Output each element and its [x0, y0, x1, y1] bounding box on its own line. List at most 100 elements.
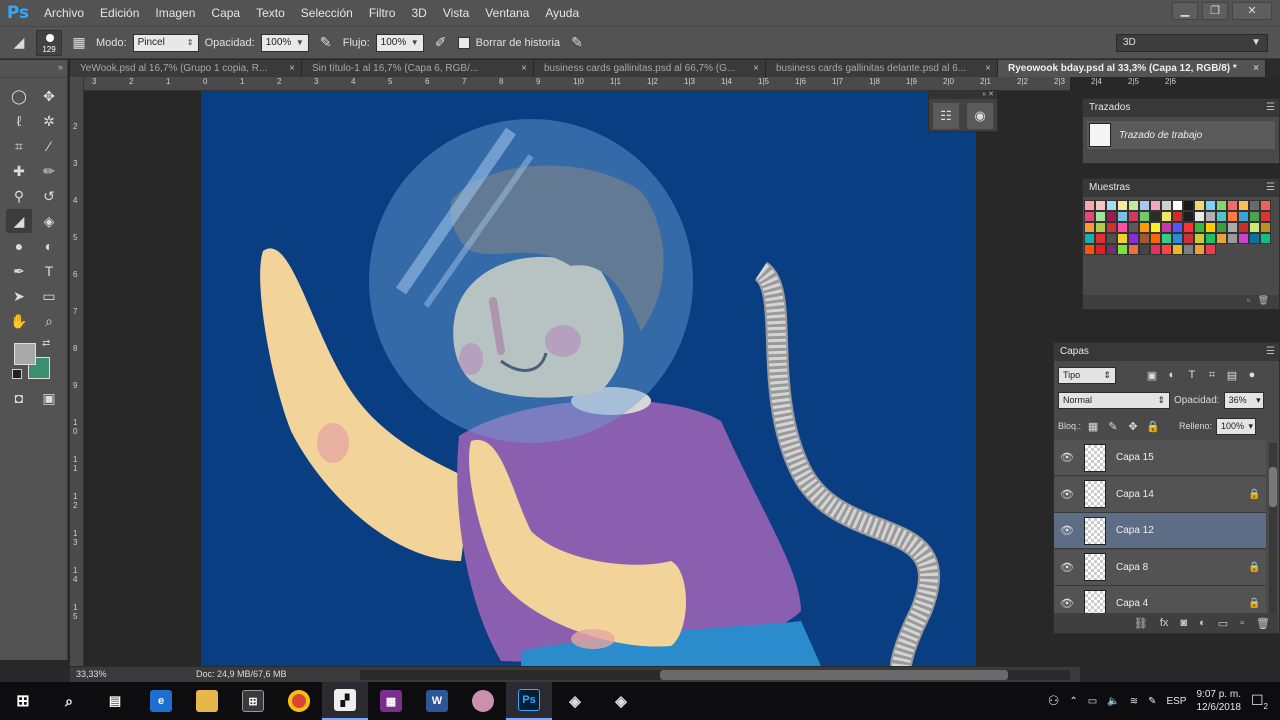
- zoom-level[interactable]: 33,33%: [76, 669, 107, 679]
- menu-ventana[interactable]: Ventana: [477, 0, 537, 26]
- color-swatch[interactable]: [1172, 233, 1183, 244]
- color-swatch[interactable]: [1150, 244, 1161, 255]
- visibility-eye-icon[interactable]: 👁: [1054, 597, 1080, 610]
- menu-imagen[interactable]: Imagen: [147, 0, 203, 26]
- screen-mode-icon[interactable]: ▣: [36, 386, 62, 410]
- color-swatch[interactable]: [1227, 211, 1238, 222]
- color-swatch[interactable]: [1084, 200, 1095, 211]
- color-swatch[interactable]: [1172, 211, 1183, 222]
- menu-archivo[interactable]: Archivo: [36, 0, 92, 26]
- filter-shape-icon[interactable]: ⌗: [1204, 367, 1220, 383]
- history-brush-icon[interactable]: ↺: [36, 184, 62, 208]
- color-swatch[interactable]: [1150, 211, 1161, 222]
- color-swatch[interactable]: [1216, 211, 1227, 222]
- color-swatch[interactable]: [1238, 200, 1249, 211]
- photoshop-app[interactable]: Ps: [506, 682, 552, 720]
- color-swatch[interactable]: [1249, 233, 1260, 244]
- app-diamond[interactable]: ◈: [552, 682, 598, 720]
- layer-row[interactable]: 👁 Capa 15: [1054, 440, 1266, 476]
- brush-tool-icon[interactable]: ✏: [36, 159, 62, 183]
- color-swatch[interactable]: [1161, 222, 1172, 233]
- color-swatch[interactable]: [1084, 233, 1095, 244]
- color-swatch[interactable]: [1194, 200, 1205, 211]
- pressure-size-icon[interactable]: ✎: [566, 32, 588, 54]
- chrome-app[interactable]: [276, 682, 322, 720]
- clock[interactable]: 9:07 p. m. 12/6/2018: [1196, 688, 1241, 714]
- tab-document-active[interactable]: Ryeowook bday.psd al 33,3% (Capa 12, RGB…: [998, 60, 1266, 77]
- color-swatch[interactable]: [1238, 222, 1249, 233]
- close-icon[interactable]: ×: [753, 60, 759, 77]
- color-swatch[interactable]: [1150, 222, 1161, 233]
- color-swatch[interactable]: [1128, 244, 1139, 255]
- fill-field[interactable]: 100% ▾: [1216, 417, 1257, 435]
- canvas-area[interactable]: [84, 91, 1074, 666]
- explorer-app[interactable]: [184, 682, 230, 720]
- color-swatch[interactable]: [1128, 233, 1139, 244]
- color-swatch[interactable]: [1249, 200, 1260, 211]
- color-swatch[interactable]: [1205, 222, 1216, 233]
- restore-button[interactable]: ❐: [1202, 2, 1228, 20]
- menu-edicion[interactable]: Edición: [92, 0, 147, 26]
- close-icon[interactable]: ×: [1253, 60, 1259, 77]
- erase-history-checkbox[interactable]: [457, 36, 470, 49]
- path-row[interactable]: Trazado de trabajo: [1087, 121, 1275, 149]
- color-swatch[interactable]: [1205, 200, 1216, 211]
- color-swatch[interactable]: [1183, 244, 1194, 255]
- layer-opacity-field[interactable]: 36% ▾: [1223, 391, 1264, 409]
- lock-position-icon[interactable]: ✥: [1125, 418, 1141, 434]
- color-swatch[interactable]: [1238, 233, 1249, 244]
- chevron-up-icon[interactable]: ⌃: [1069, 696, 1077, 707]
- minimize-button[interactable]: ▁: [1172, 2, 1198, 20]
- color-swatch[interactable]: [1249, 211, 1260, 222]
- color-swatch[interactable]: [1260, 222, 1271, 233]
- delete-swatch-icon[interactable]: 🗑: [1258, 295, 1269, 305]
- color-swatch[interactable]: [1216, 222, 1227, 233]
- filter-toggle-icon[interactable]: ●: [1244, 367, 1260, 383]
- artboard[interactable]: [201, 91, 976, 666]
- color-swatch[interactable]: [1084, 222, 1095, 233]
- language-indicator[interactable]: ESP: [1166, 696, 1186, 707]
- layer-row[interactable]: 👁 Capa 14 🔒: [1054, 476, 1266, 513]
- magic-wand-icon[interactable]: ✲: [36, 109, 62, 133]
- menu-texto[interactable]: Texto: [248, 0, 293, 26]
- scroll-thumb[interactable]: [660, 670, 1008, 680]
- color-swatch[interactable]: [1183, 200, 1194, 211]
- opacity-field[interactable]: 100% ▼: [260, 33, 309, 52]
- color-swatch[interactable]: [1095, 222, 1106, 233]
- visibility-eye-icon[interactable]: 👁: [1054, 524, 1080, 537]
- color-swatch[interactable]: [1194, 244, 1205, 255]
- filter-pixel-icon[interactable]: ▣: [1144, 367, 1160, 383]
- swap-colors-icon[interactable]: ⇄: [42, 338, 50, 349]
- color-swatch[interactable]: [1194, 222, 1205, 233]
- layer-row[interactable]: 👁 Capa 4 🔒: [1054, 586, 1266, 614]
- color-swatch[interactable]: [1216, 200, 1227, 211]
- menu-seleccion[interactable]: Selección: [293, 0, 361, 26]
- doc-size[interactable]: Doc: 24,9 MB/67,6 MB: [196, 669, 287, 679]
- color-swatch[interactable]: [1139, 233, 1150, 244]
- color-swatch[interactable]: [1227, 200, 1238, 211]
- workspace-select[interactable]: 3D ▼: [1116, 34, 1268, 52]
- panel-menu-icon[interactable]: ☰: [1266, 343, 1275, 361]
- new-swatch-icon[interactable]: ▫: [1247, 295, 1250, 305]
- delete-layer-icon[interactable]: 🗑: [1256, 617, 1270, 630]
- color-swatch[interactable]: [1249, 222, 1260, 233]
- close-icon[interactable]: ×: [521, 60, 527, 77]
- color-swatch[interactable]: [1205, 244, 1216, 255]
- close-icon[interactable]: ×: [289, 60, 295, 77]
- color-swatch[interactable]: [1172, 200, 1183, 211]
- menu-vista[interactable]: Vista: [435, 0, 477, 26]
- color-swatch[interactable]: [1172, 222, 1183, 233]
- airbrush-icon[interactable]: ✐: [430, 32, 452, 54]
- color-swatch[interactable]: [1260, 211, 1271, 222]
- notifications-icon[interactable]: ☐2: [1251, 692, 1268, 711]
- add-mask-icon[interactable]: ◙: [1180, 617, 1187, 629]
- pen-tool-icon[interactable]: ✒: [6, 259, 32, 283]
- brush-panel-icon[interactable]: ▦: [68, 32, 90, 54]
- color-swatch[interactable]: [1183, 233, 1194, 244]
- color-swatch[interactable]: [1084, 211, 1095, 222]
- color-swatch[interactable]: [1095, 211, 1106, 222]
- color-swatch[interactable]: [1139, 200, 1150, 211]
- eraser-tool-preset-icon[interactable]: ◢: [8, 32, 30, 54]
- color-swatch[interactable]: [1161, 211, 1172, 222]
- color-swatch[interactable]: [1084, 244, 1095, 255]
